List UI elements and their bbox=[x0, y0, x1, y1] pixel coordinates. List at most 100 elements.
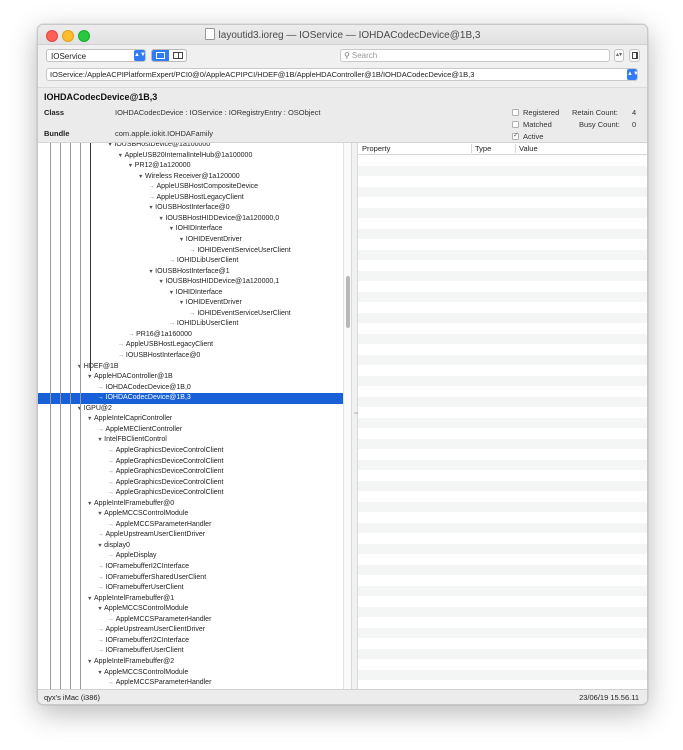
tree-row[interactable]: IOUSBHostHIDDevice@1a120000,0 bbox=[38, 214, 343, 225]
tree-row[interactable]: IOUSBHostInterface@0 bbox=[38, 203, 343, 214]
tree-row[interactable]: AppleMCCSParameterHandler bbox=[38, 520, 343, 531]
property-row[interactable] bbox=[358, 239, 647, 250]
tree-row[interactable]: AppleUSBHostLegacyClient bbox=[38, 340, 343, 351]
property-row[interactable] bbox=[358, 606, 647, 617]
property-row[interactable] bbox=[358, 375, 647, 386]
tree-row[interactable]: PR12@1a120000 bbox=[38, 161, 343, 172]
property-row[interactable] bbox=[358, 449, 647, 460]
plane-select[interactable]: IOService ▲▼ bbox=[46, 49, 146, 62]
tree-row[interactable]: IOFramebufferI2CInterface bbox=[38, 562, 343, 573]
browser-view-button[interactable] bbox=[152, 50, 169, 61]
tree-row[interactable]: IOFramebufferUserClient bbox=[38, 583, 343, 594]
property-row[interactable] bbox=[358, 344, 647, 355]
tree-row[interactable]: AppleMCCSControlModule bbox=[38, 668, 343, 679]
tree-row[interactable]: AppleGraphicsDeviceControlClient bbox=[38, 488, 343, 499]
property-row[interactable] bbox=[358, 533, 647, 544]
property-row[interactable] bbox=[358, 270, 647, 281]
tree-row[interactable]: AppleUpstreamUserClientDriver bbox=[38, 530, 343, 541]
registry-tree[interactable]: IOUSBHostDevice@1a100000AppleUSB20Intern… bbox=[38, 143, 351, 690]
column-header-value[interactable]: Value bbox=[519, 143, 538, 154]
property-table[interactable]: Property Type Value bbox=[358, 143, 647, 690]
tree-scrollbar[interactable] bbox=[343, 143, 351, 690]
property-row[interactable] bbox=[358, 428, 647, 439]
property-row[interactable] bbox=[358, 291, 647, 302]
tree-row[interactable]: AppleMCCSParameterHandler bbox=[38, 615, 343, 626]
title-bar[interactable]: layoutid3.ioreg — IOService — IOHDACodec… bbox=[38, 25, 647, 45]
property-row[interactable] bbox=[358, 470, 647, 481]
property-row[interactable] bbox=[358, 386, 647, 397]
tree-row[interactable]: IOHIDEventServiceUserClient bbox=[38, 309, 343, 320]
property-row[interactable] bbox=[358, 155, 647, 166]
tree-row[interactable]: IOUSBHostHIDDevice@1a120000,1 bbox=[38, 277, 343, 288]
tree-row[interactable]: AppleIntelFramebuffer@2 bbox=[38, 657, 343, 668]
property-row[interactable] bbox=[358, 312, 647, 323]
property-row[interactable] bbox=[358, 512, 647, 523]
tree-row[interactable]: Wireless Receiver@1a120000 bbox=[38, 172, 343, 183]
search-options-button[interactable]: ▴▾ bbox=[614, 49, 624, 62]
property-row[interactable] bbox=[358, 575, 647, 586]
property-row[interactable] bbox=[358, 459, 647, 470]
property-row[interactable] bbox=[358, 333, 647, 344]
property-row[interactable] bbox=[358, 228, 647, 239]
property-row[interactable] bbox=[358, 564, 647, 575]
tree-row[interactable]: AppleUSBHostLegacyClient bbox=[38, 193, 343, 204]
property-row[interactable] bbox=[358, 207, 647, 218]
tree-row[interactable]: AppleIntelFramebuffer@0 bbox=[38, 499, 343, 510]
tree-row[interactable]: IOUSBHostInterface@0 bbox=[38, 351, 343, 362]
property-row[interactable] bbox=[358, 659, 647, 670]
tree-row[interactable]: HDEF@1B bbox=[38, 362, 343, 373]
property-row[interactable] bbox=[358, 480, 647, 491]
tree-row[interactable]: AppleIntelFramebuffer@1 bbox=[38, 594, 343, 605]
property-row[interactable] bbox=[358, 249, 647, 260]
property-row[interactable] bbox=[358, 638, 647, 649]
tree-row[interactable]: IOUSBHostDevice@1a100000 bbox=[38, 143, 343, 151]
property-row[interactable] bbox=[358, 585, 647, 596]
tree-row[interactable]: AppleGraphicsDeviceControlClient bbox=[38, 457, 343, 468]
tree-row[interactable]: IOFramebufferUserClient bbox=[38, 646, 343, 657]
property-row[interactable] bbox=[358, 648, 647, 659]
tree-row[interactable]: AppleUpstreamUserClientDriver bbox=[38, 625, 343, 636]
property-row[interactable] bbox=[358, 596, 647, 607]
tree-row[interactable]: AppleDisplay bbox=[38, 551, 343, 562]
tree-row[interactable]: AppleMCCSControlModule bbox=[38, 509, 343, 520]
tree-row[interactable]: IOHIDEventDriver bbox=[38, 298, 343, 309]
property-row[interactable] bbox=[358, 365, 647, 376]
column-header-type[interactable]: Type bbox=[475, 143, 491, 154]
property-row[interactable] bbox=[358, 165, 647, 176]
tree-row[interactable]: IntelFBClientControl bbox=[38, 435, 343, 446]
property-row[interactable] bbox=[358, 197, 647, 208]
property-row[interactable] bbox=[358, 302, 647, 313]
tree-row[interactable]: AppleMCCSControlModule bbox=[38, 604, 343, 615]
property-row[interactable] bbox=[358, 438, 647, 449]
tree-row[interactable]: AppleHDAController@1B bbox=[38, 372, 343, 383]
property-row[interactable] bbox=[358, 186, 647, 197]
property-row[interactable] bbox=[358, 543, 647, 554]
tree-row[interactable]: IOHDACodecDevice@1B,0 bbox=[38, 383, 343, 394]
tree-row[interactable]: AppleGraphicsDeviceControlClient bbox=[38, 467, 343, 478]
tree-row[interactable]: IOHIDLibUserClient bbox=[38, 319, 343, 330]
property-row[interactable] bbox=[358, 260, 647, 271]
property-row[interactable] bbox=[358, 617, 647, 628]
property-row[interactable] bbox=[358, 501, 647, 512]
tree-row[interactable]: AppleUSBHostCompositeDevice bbox=[38, 182, 343, 193]
property-row[interactable] bbox=[358, 627, 647, 638]
tree-row[interactable]: AppleMCCSParameterHandler bbox=[38, 678, 343, 689]
tree-row[interactable]: IOHIDInterface bbox=[38, 224, 343, 235]
property-row[interactable] bbox=[358, 491, 647, 502]
column-header-property[interactable]: Property bbox=[362, 143, 390, 154]
property-row[interactable] bbox=[358, 218, 647, 229]
tree-row[interactable]: AppleUSB20InternalIntelHub@1a100000 bbox=[38, 151, 343, 162]
inspector-toggle-button[interactable] bbox=[629, 49, 640, 62]
tree-row[interactable]: IOHIDLibUserClient bbox=[38, 256, 343, 267]
property-row[interactable] bbox=[358, 417, 647, 428]
path-bar[interactable]: IOService:/AppleACPIPlatformExpert/PCI0@… bbox=[46, 68, 638, 81]
tree-scroll-thumb[interactable] bbox=[345, 276, 350, 328]
tree-row[interactable]: AppleMEClientController bbox=[38, 425, 343, 436]
tree-row[interactable]: AppleGraphicsDeviceControlClient bbox=[38, 478, 343, 489]
tree-row[interactable]: IOHIDEventServiceUserClient bbox=[38, 246, 343, 257]
tree-row[interactable]: IOHIDInterface bbox=[38, 288, 343, 299]
property-row[interactable] bbox=[358, 522, 647, 533]
property-row[interactable] bbox=[358, 281, 647, 292]
property-row[interactable] bbox=[358, 669, 647, 680]
property-row[interactable] bbox=[358, 176, 647, 187]
